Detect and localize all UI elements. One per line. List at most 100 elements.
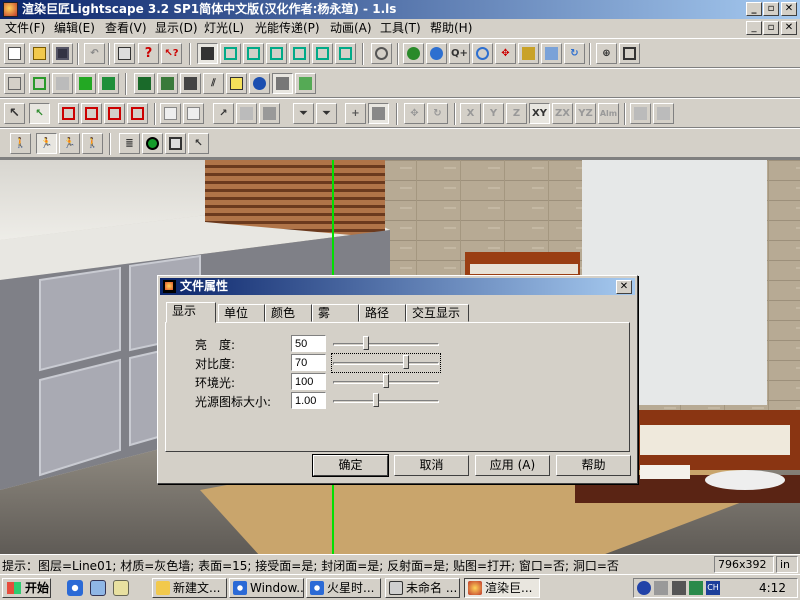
menu-help[interactable]: 帮助(H) <box>430 21 472 36</box>
tab-paths[interactable]: 路径 <box>359 304 406 322</box>
blocks-icon[interactable] <box>180 73 201 94</box>
ok-button[interactable]: 确定 <box>312 454 389 477</box>
zoom-in-icon[interactable]: Q+ <box>449 43 470 64</box>
task-untitled[interactable]: 未命名 ... <box>385 578 460 598</box>
view-box-icon[interactable] <box>243 43 264 64</box>
filter-select-icon[interactable]: ⏷ <box>316 103 337 124</box>
run-figure-icon[interactable]: 🏃 <box>36 133 57 154</box>
open-folder-icon[interactable] <box>29 43 50 64</box>
view-box-icon[interactable] <box>289 43 310 64</box>
light-group-icon[interactable] <box>368 103 389 124</box>
light-select-icon[interactable] <box>236 103 257 124</box>
menu-view[interactable]: 查看(V) <box>105 21 147 36</box>
cancel-button[interactable]: 取消 <box>394 455 469 476</box>
menu-radiosity[interactable]: 光能传递(P) <box>255 21 320 36</box>
doc-close-button[interactable]: ✕ <box>781 21 797 35</box>
view-box-icon[interactable] <box>312 43 333 64</box>
axis-x-button[interactable]: X <box>460 103 481 124</box>
fly-icon[interactable] <box>541 43 562 64</box>
select-arrow-icon[interactable]: ↖ <box>4 103 25 124</box>
help-button[interactable]: 帮助 <box>556 455 631 476</box>
pan-icon[interactable]: ✥ <box>495 43 516 64</box>
menu-light[interactable]: 灯光(L) <box>204 21 244 36</box>
tab-display[interactable]: 显示 <box>166 302 216 323</box>
start-button[interactable]: 开始 <box>2 578 51 598</box>
walk-icon[interactable] <box>518 43 539 64</box>
zoom-window-icon[interactable] <box>619 43 640 64</box>
task-lightscape[interactable]: 渲染巨... <box>464 578 540 598</box>
textured-cube-icon[interactable] <box>98 73 119 94</box>
slider-thumb[interactable] <box>373 393 379 407</box>
new-file-icon[interactable] <box>4 43 25 64</box>
slider-thumb[interactable] <box>383 374 389 388</box>
doc-restore-button[interactable]: ▫ <box>763 21 779 35</box>
move-icon[interactable]: ✥ <box>404 103 425 124</box>
brightness-input[interactable] <box>291 335 326 352</box>
media-quicklaunch-icon[interactable] <box>113 580 129 596</box>
volume-icon[interactable] <box>654 581 668 595</box>
light-icon-size-input[interactable] <box>291 392 326 409</box>
plane-zx-button[interactable]: ZX <box>552 103 573 124</box>
filter-icon[interactable]: ⏷ <box>293 103 314 124</box>
desktop-quicklaunch-icon[interactable] <box>90 580 106 596</box>
layers-icon[interactable] <box>134 73 155 94</box>
tab-colors[interactable]: 颜色 <box>265 304 312 322</box>
pointer-tool-icon[interactable]: ↖ <box>188 133 209 154</box>
dialog-close-button[interactable]: ✕ <box>616 280 632 294</box>
snap-icon[interactable] <box>630 103 651 124</box>
tray-green-icon[interactable] <box>689 581 703 595</box>
menu-animation[interactable]: 动画(A) <box>330 21 372 36</box>
layer-stack-icon[interactable]: ≣ <box>119 133 140 154</box>
walk-figure-icon[interactable]: 🚶 <box>10 133 31 154</box>
minimize-button[interactable]: _ <box>746 2 762 16</box>
apply-button[interactable]: 应用 (A) <box>475 455 550 476</box>
tab-units[interactable]: 单位 <box>218 304 265 322</box>
close-button[interactable]: ✕ <box>781 2 797 16</box>
zoom-icon[interactable] <box>472 43 493 64</box>
tab-fog[interactable]: 雾 <box>312 304 359 322</box>
figure-icon[interactable]: 🏃 <box>59 133 80 154</box>
eye-icon[interactable] <box>403 43 424 64</box>
print-icon[interactable] <box>114 43 135 64</box>
help-question-icon[interactable]: ? <box>138 43 159 64</box>
green-sphere-icon[interactable] <box>142 133 163 154</box>
ambient-input[interactable] <box>291 373 326 390</box>
menu-tools[interactable]: 工具(T) <box>380 21 421 36</box>
deselect-icon[interactable] <box>104 103 125 124</box>
texture-icon[interactable] <box>272 73 293 94</box>
slider-thumb[interactable] <box>363 336 369 350</box>
task-hxsd[interactable]: 火星时... <box>306 578 381 598</box>
slider-thumb[interactable] <box>403 355 409 369</box>
zoom-view-icon[interactable] <box>371 43 392 64</box>
zoom-extents-icon[interactable]: ⊕ <box>596 43 617 64</box>
component-icon[interactable] <box>165 133 186 154</box>
select-view-icon[interactable] <box>197 43 218 64</box>
input-language-indicator[interactable]: CH <box>706 581 720 595</box>
menu-display[interactable]: 显示(D) <box>155 21 198 36</box>
select-all-icon[interactable] <box>127 103 148 124</box>
add-light-icon[interactable]: + <box>345 103 366 124</box>
materials-icon[interactable] <box>157 73 178 94</box>
undo-icon[interactable]: ↶ <box>84 43 105 64</box>
figure-pause-icon[interactable]: 🚶 <box>82 133 103 154</box>
orbit-icon[interactable] <box>426 43 447 64</box>
menu-edit[interactable]: 编辑(E) <box>54 21 95 36</box>
plane-xy-button[interactable]: XY <box>529 103 550 124</box>
task-new-folder[interactable]: 新建文... <box>152 578 227 598</box>
view-box-icon[interactable] <box>220 43 241 64</box>
select-surface-icon[interactable] <box>81 103 102 124</box>
plane-yz-button[interactable]: YZ <box>575 103 596 124</box>
outline-cube-icon[interactable] <box>29 73 50 94</box>
shaded-cube-icon[interactable] <box>75 73 96 94</box>
restore-button[interactable]: ▫ <box>763 2 779 16</box>
view-box-icon[interactable] <box>335 43 356 64</box>
rotate-object-icon[interactable]: ↻ <box>427 103 448 124</box>
wireframe-cube-icon[interactable] <box>4 73 25 94</box>
browser-quicklaunch-icon[interactable] <box>67 580 83 596</box>
app-icon[interactable] <box>3 2 18 17</box>
copy-icon[interactable] <box>160 103 181 124</box>
edit-icon[interactable] <box>653 103 674 124</box>
tab-interactive-display[interactable]: 交互显示 <box>406 304 469 322</box>
ambient-slider[interactable] <box>333 374 439 390</box>
view-box-icon[interactable] <box>266 43 287 64</box>
